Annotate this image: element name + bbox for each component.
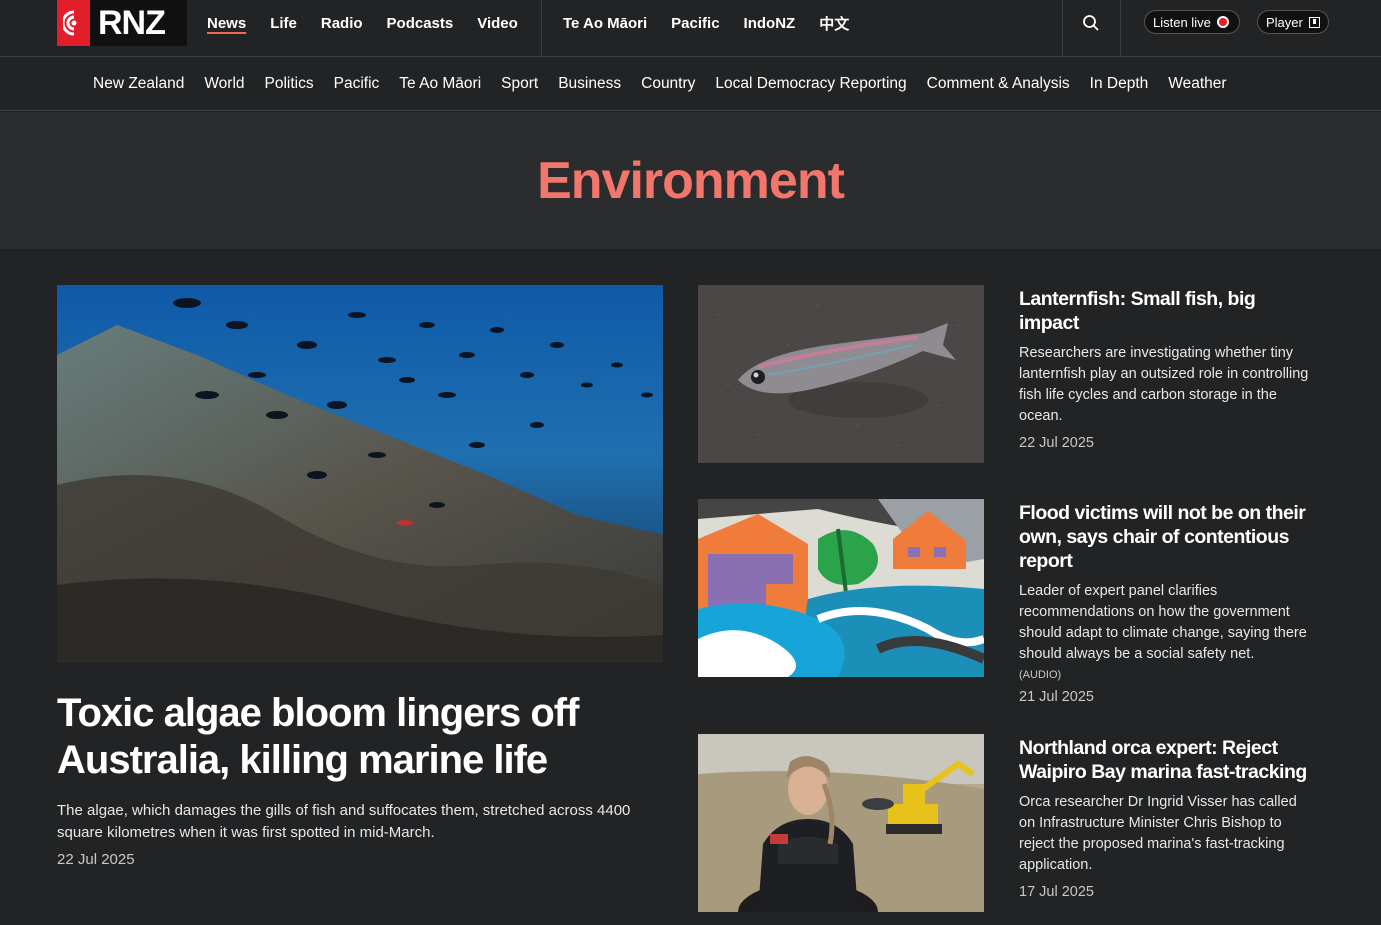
story-headline[interactable]: Flood victims will not be on their own, …	[1019, 501, 1309, 573]
story-summary: Orca researcher Dr Ingrid Visser has cal…	[1019, 794, 1297, 873]
section-world[interactable]: World	[204, 75, 244, 93]
feature-headline[interactable]: Toxic algae bloom lingers off Australia,…	[57, 690, 657, 784]
story-flood-report: Flood victims will not be on their own, …	[1019, 501, 1309, 705]
nav-radio[interactable]: Radio	[321, 15, 363, 32]
section-sport[interactable]: Sport	[501, 75, 538, 93]
nav-pacific[interactable]: Pacific	[671, 15, 719, 32]
search-divider-left	[1062, 0, 1063, 57]
nav-podcasts[interactable]: Podcasts	[387, 15, 454, 32]
logo-text: RNZ	[98, 4, 166, 42]
nav-news[interactable]: News	[207, 15, 246, 32]
story-image-lanternfish[interactable]	[698, 285, 984, 463]
story-date: 21 Jul 2025	[1019, 689, 1094, 705]
listen-live-label: Listen live	[1153, 14, 1211, 30]
nav-divider	[541, 0, 542, 57]
feature-summary: The algae, which damages the gills of fi…	[57, 802, 631, 841]
live-dot-icon	[1216, 16, 1229, 28]
section-in-depth[interactable]: In Depth	[1090, 75, 1149, 93]
section-local-democracy[interactable]: Local Democracy Reporting	[715, 75, 906, 93]
player-label: Player	[1266, 14, 1303, 30]
story-headline[interactable]: Lanternfish: Small fish, big impact	[1019, 287, 1309, 335]
section-nav: New Zealand World Politics Pacific Te Ao…	[0, 58, 1381, 111]
story-summary: Leader of expert panel clarifies recomme…	[1019, 583, 1307, 662]
search-icon	[1083, 15, 1099, 31]
player-button[interactable]: Player	[1257, 10, 1329, 34]
story-image-orca-expert[interactable]	[698, 734, 984, 912]
section-country[interactable]: Country	[641, 75, 695, 93]
top-bar: RNZ News Life Radio Podcasts Video Te Ao…	[0, 0, 1381, 57]
secondary-top-nav: Te Ao Māori Pacific IndoNZ 中文	[551, 0, 861, 46]
rnz-logo-icon	[57, 0, 90, 46]
section-new-zealand[interactable]: New Zealand	[93, 75, 184, 93]
story-lanternfish: Lanternfish: Small fish, big impact Rese…	[1019, 287, 1309, 451]
section-te-ao-maori[interactable]: Te Ao Māori	[399, 75, 481, 93]
nav-life[interactable]: Life	[270, 15, 297, 32]
nav-te-ao-maori[interactable]: Te Ao Māori	[563, 15, 647, 32]
nav-chinese[interactable]: 中文	[819, 13, 849, 34]
search-button[interactable]	[1070, 9, 1112, 37]
story-summary: Researchers are investigating whether ti…	[1019, 345, 1309, 424]
nav-indonz[interactable]: IndoNZ	[744, 15, 796, 32]
story-image-flood[interactable]	[698, 499, 984, 677]
section-weather[interactable]: Weather	[1168, 75, 1226, 93]
section-politics[interactable]: Politics	[265, 75, 314, 93]
nav-video[interactable]: Video	[477, 15, 518, 32]
story-date: 22 Jul 2025	[1019, 435, 1094, 451]
feature-image[interactable]	[57, 285, 663, 663]
story-headline[interactable]: Northland orca expert: Reject Waipiro Ba…	[1019, 736, 1309, 784]
audio-tag: (AUDIO)	[1019, 669, 1062, 681]
primary-nav: News Life Radio Podcasts Video	[195, 0, 530, 46]
listen-live-button[interactable]: Listen live	[1144, 10, 1240, 34]
section-business[interactable]: Business	[558, 75, 621, 93]
rnz-logo[interactable]: RNZ	[57, 0, 187, 46]
story-date: 17 Jul 2025	[1019, 884, 1094, 900]
feature-date: 22 Jul 2025	[57, 851, 135, 868]
section-pacific[interactable]: Pacific	[334, 75, 380, 93]
section-comment-analysis[interactable]: Comment & Analysis	[927, 75, 1070, 93]
player-window-icon	[1308, 16, 1320, 28]
page-title: Environment	[537, 151, 845, 210]
search-divider-right	[1120, 0, 1121, 57]
story-orca-expert: Northland orca expert: Reject Waipiro Ba…	[1019, 736, 1309, 900]
page-banner: Environment	[0, 112, 1381, 249]
